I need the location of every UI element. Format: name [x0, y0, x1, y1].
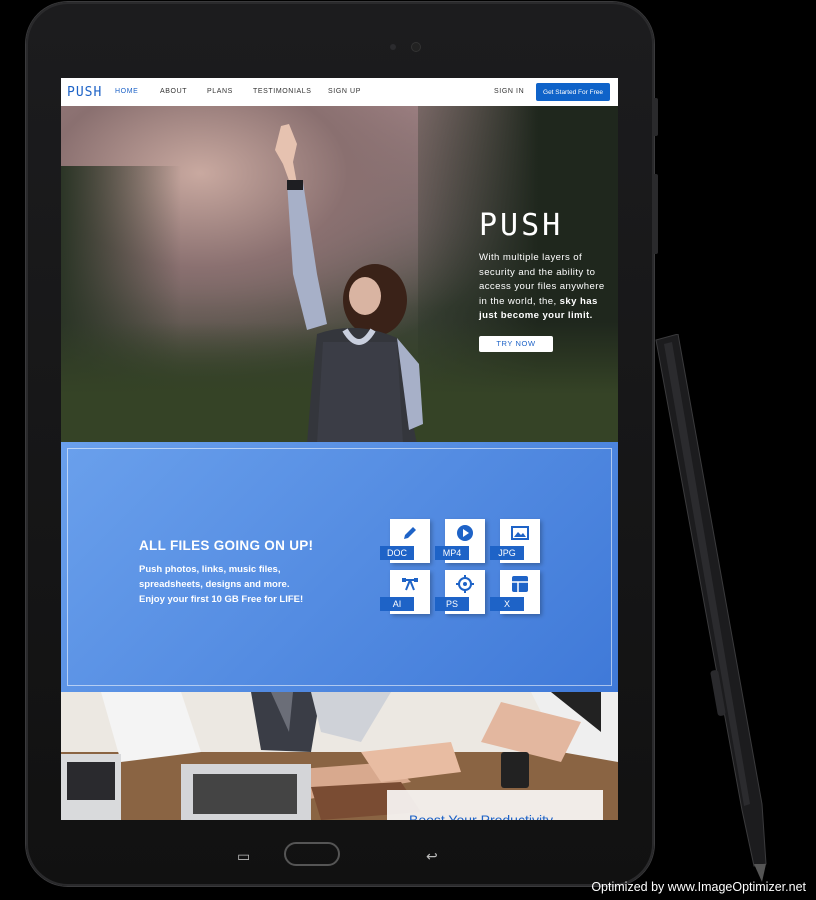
vector-pen-icon [402, 578, 418, 591]
crosshair-icon [456, 575, 474, 593]
nav-link-about[interactable]: ABOUT [160, 88, 187, 95]
nav-link-sign-up[interactable]: SIGN UP [328, 88, 361, 95]
front-camera [412, 43, 420, 51]
file-tile-ai[interactable]: AI [380, 570, 430, 614]
image-icon [511, 526, 529, 540]
files-title: ALL FILES GOING ON UP! [139, 538, 314, 553]
team-section: Boost Your Productivity [61, 692, 618, 820]
pencil-icon [404, 527, 416, 539]
tablet-screen: PUSH HOME ABOUT PLANS TESTIMONIALS SIGN … [61, 78, 618, 820]
navbar: PUSH HOME ABOUT PLANS TESTIMONIALS SIGN … [61, 78, 618, 106]
camera-sensor [390, 44, 396, 50]
file-tile-label: DOC [380, 546, 414, 560]
hero-tagline: With multiple layers of security and the… [479, 251, 607, 324]
watermark-text: Optimized by www.ImageOptimizer.net [591, 880, 806, 894]
hero-person-image [275, 124, 423, 442]
hero-text-block: PUSH With multiple layers of security an… [479, 208, 607, 352]
nav-link-plans[interactable]: PLANS [207, 88, 233, 95]
team-caption-card: Boost Your Productivity [387, 790, 603, 820]
stylus-pen [655, 334, 767, 882]
file-tile-mp4[interactable]: MP4 [435, 519, 485, 563]
recent-apps-icon[interactable]: ▭ [237, 848, 250, 865]
try-now-button[interactable]: TRY NOW [479, 335, 553, 352]
hero-section: PUSH With multiple layers of security an… [61, 106, 618, 442]
nav-link-sign-in[interactable]: SIGN IN [494, 88, 524, 95]
nav-link-home[interactable]: HOME [115, 88, 138, 95]
files-description: Push photos, links, music files, spreads… [139, 564, 304, 606]
file-tile-doc[interactable]: DOC [380, 519, 430, 563]
file-tile-label: AI [380, 597, 414, 611]
play-icon [457, 525, 473, 541]
file-tile-label: MP4 [435, 546, 469, 560]
get-started-button[interactable]: Get Started For Free [536, 83, 610, 101]
file-tile-jpg[interactable]: JPG [490, 519, 540, 563]
files-section: ALL FILES GOING ON UP! Push photos, link… [61, 442, 618, 692]
back-icon[interactable]: ↩ [426, 848, 438, 865]
file-tile-label: JPG [490, 546, 524, 560]
spreadsheet-icon [512, 576, 528, 592]
nav-logo[interactable]: PUSH [67, 85, 102, 100]
nav-link-testimonials[interactable]: TESTIMONIALS [253, 88, 312, 95]
file-tile-ps[interactable]: PS [435, 570, 485, 614]
hero-logo: PUSH [479, 208, 564, 243]
home-button[interactable] [284, 842, 340, 866]
file-tile-label: PS [435, 597, 469, 611]
volume-button [654, 98, 658, 136]
team-caption: Boost Your Productivity [409, 812, 553, 820]
power-button [654, 174, 658, 254]
file-tile-label: X [490, 597, 524, 611]
file-tile-x[interactable]: X [490, 570, 540, 614]
